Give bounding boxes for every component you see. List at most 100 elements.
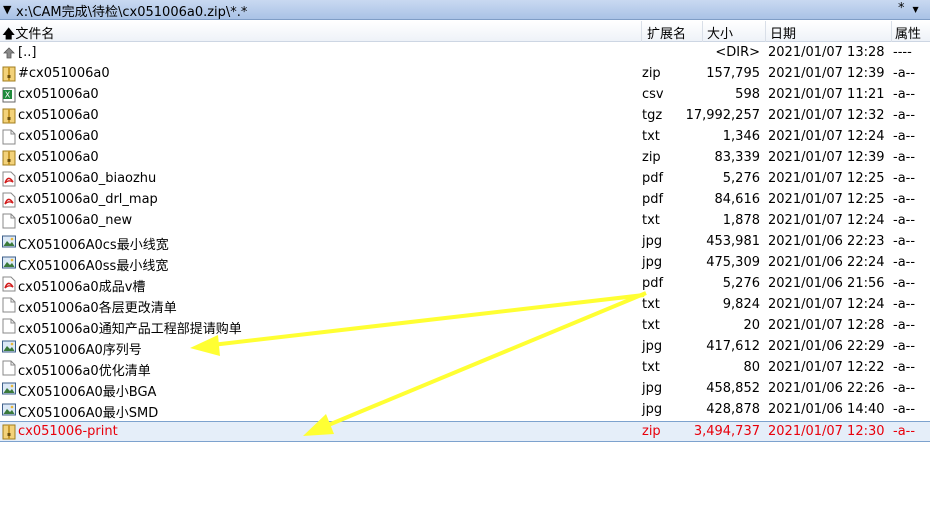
attr-column-header[interactable]: 属性 — [895, 23, 921, 42]
pdf-icon — [2, 171, 16, 187]
file-attributes: -a-- — [893, 381, 916, 396]
image-icon — [2, 234, 16, 250]
file-extension: csv — [642, 87, 664, 102]
file-row[interactable]: #cx051006a0 zip 157,795 2021/01/07 12:39 -a-… — [0, 64, 930, 85]
column-divider[interactable] — [702, 21, 703, 42]
image-icon — [2, 402, 16, 418]
file-name: cx051006a0 — [18, 129, 99, 144]
file-name: cx051006a0 — [18, 87, 99, 102]
file-extension: pdf — [642, 192, 664, 207]
file-row[interactable]: CX051006A0cs最小线宽 jpg 453,981 2021/01/06 22:… — [0, 232, 930, 253]
file-attributes: -a-- — [893, 318, 916, 333]
file-name: cx051006a0通知产品工程部提请购单 — [18, 322, 242, 337]
file-size: 458,852 — [706, 381, 760, 396]
file-row[interactable]: cx051006a0 tgz 17,992,257 2021/01/07 12:32-… — [0, 106, 930, 127]
file-date: 2021/01/07 12:28 — [768, 318, 885, 333]
file-size: 17,992,257 — [685, 108, 760, 123]
file-extension: jpg — [642, 234, 663, 249]
column-divider[interactable] — [891, 21, 892, 42]
file-name: CX051006A0ss最小线宽 — [18, 259, 169, 274]
file-name: CX051006A0最小BGA — [18, 385, 157, 400]
file-size: 1,346 — [722, 129, 760, 144]
filter-dropdown[interactable]: * ▼ — [898, 1, 930, 16]
file-row[interactable]: cx051006a0 txt 1,346 2021/01/07 12:24 -a-- — [0, 127, 930, 148]
file-row[interactable]: cx051006a0通知产品工程部提请购单 txt 20 2021/01/07 12:… — [0, 316, 930, 337]
file-row[interactable]: CX051006A0最小SMD jpg 428,878 2021/01/06 14:4… — [0, 400, 930, 421]
csv-icon: X — [2, 87, 16, 103]
file-attributes: -a-- — [893, 171, 916, 186]
file-extension: txt — [642, 318, 660, 333]
file-size: 598 — [735, 87, 760, 102]
file-row[interactable]: cx051006a0_new txt 1,878 2021/01/07 12:24 -a… — [0, 211, 930, 232]
file-attributes: -a-- — [893, 150, 916, 165]
file-row[interactable]: Xcx051006a0 csv 598 2021/01/07 11:21 -a-- — [0, 85, 930, 106]
chevron-down-icon: ▼ — [912, 5, 919, 14]
file-date: 2021/01/06 22:29 — [768, 339, 885, 354]
archive-icon — [2, 66, 16, 82]
size-column-header[interactable]: 大小 — [707, 23, 733, 42]
file-size: 475,309 — [706, 255, 760, 270]
file-row[interactable]: cx051006a0成品v槽 pdf 5,276 2021/01/06 21:56 -a… — [0, 274, 930, 295]
name-column-label: 文件名 — [15, 27, 55, 42]
file-extension: jpg — [642, 339, 663, 354]
name-column-header[interactable]: 🡅文件名 — [2, 23, 55, 42]
file-extension: txt — [642, 129, 660, 144]
file-name: cx051006a0_new — [18, 213, 133, 228]
file-attributes: -a-- — [893, 108, 916, 123]
file-row[interactable]: CX051006A0ss最小线宽 jpg 475,309 2021/01/06 22:… — [0, 253, 930, 274]
file-date: 2021/01/07 12:25 — [768, 192, 885, 207]
file-row[interactable]: CX051006A0最小BGA jpg 458,852 2021/01/06 22:2… — [0, 379, 930, 400]
file-size: 84,616 — [714, 192, 761, 207]
file-date: 2021/01/07 12:39 — [768, 150, 885, 165]
file-date: 2021/01/07 12:32 — [768, 108, 885, 123]
date-column-header[interactable]: 日期 — [770, 23, 796, 42]
file-name: cx051006a0成品v槽 — [18, 280, 146, 295]
file-name: cx051006a0_biaozhu — [18, 171, 157, 186]
file-name: cx051006a0 — [18, 108, 99, 123]
file-row[interactable]: CX051006A0序列号 jpg 417,612 2021/01/06 22:29-… — [0, 337, 930, 358]
file-attributes: -a-- — [893, 234, 916, 249]
file-row[interactable]: cx051006a0优化清单 txt 80 2021/01/07 12:22 -a-- — [0, 358, 930, 379]
file-size: 428,878 — [706, 402, 760, 417]
current-path[interactable]: x:\CAM完成\待检\cx051006a0.zip\*.* — [16, 1, 247, 20]
file-extension: jpg — [642, 381, 663, 396]
text-file-icon — [2, 360, 16, 376]
file-date: 2021/01/06 22:23 — [768, 234, 885, 249]
file-row[interactable]: cx051006a0各层更改清单 txt 9,824 2021/01/07 12:24… — [0, 295, 930, 316]
file-row-selected[interactable]: cx051006-print zip 3,494,737 2021/01/07 12:… — [0, 421, 930, 442]
path-bar[interactable]: ▼ x:\CAM完成\待检\cx051006a0.zip\*.* * ▼ — [0, 0, 930, 20]
dropdown-arrow-icon[interactable]: ▼ — [3, 3, 11, 16]
file-date: 2021/01/07 12:24 — [768, 129, 885, 144]
column-header: 🡅文件名 扩展名 大小 日期 属性 — [0, 21, 930, 42]
column-divider[interactable] — [641, 21, 642, 42]
ext-column-header[interactable]: 扩展名 — [647, 23, 686, 42]
file-name: cx051006a0各层更改清单 — [18, 301, 177, 316]
file-date: 2021/01/06 14:40 — [768, 402, 885, 417]
file-name: CX051006A0最小SMD — [18, 406, 159, 421]
file-row[interactable]: [..] <DIR> 2021/01/07 13:28 ---- — [0, 43, 930, 64]
text-file-icon — [2, 129, 16, 145]
file-date: 2021/01/06 22:26 — [768, 381, 885, 396]
file-row[interactable]: cx051006a0 zip 83,339 2021/01/07 12:39 -a-- — [0, 148, 930, 169]
file-row[interactable]: cx051006a0_biaozhu pdf 5,276 2021/01/07 12:… — [0, 169, 930, 190]
pdf-icon — [2, 192, 16, 208]
file-attributes: -a-- — [893, 402, 916, 417]
file-attributes: -a-- — [893, 129, 916, 144]
text-file-icon — [2, 213, 16, 229]
file-attributes: -a-- — [893, 424, 916, 439]
column-divider[interactable] — [765, 21, 766, 42]
file-extension: pdf — [642, 276, 664, 291]
file-attributes: -a-- — [893, 276, 916, 291]
file-date: 2021/01/07 11:21 — [768, 87, 885, 102]
up-folder-icon — [2, 45, 16, 61]
file-size: 157,795 — [706, 66, 760, 81]
file-size: 5,276 — [722, 171, 760, 186]
image-icon — [2, 381, 16, 397]
file-extension: zip — [642, 150, 661, 165]
file-attributes: -a-- — [893, 360, 916, 375]
file-date: 2021/01/06 22:24 — [768, 255, 885, 270]
file-name: CX051006A0cs最小线宽 — [18, 238, 169, 253]
file-attributes: -a-- — [893, 339, 916, 354]
file-date: 2021/01/07 12:25 — [768, 171, 885, 186]
file-row[interactable]: cx051006a0_drl_map pdf 84,616 2021/01/07 12… — [0, 190, 930, 211]
